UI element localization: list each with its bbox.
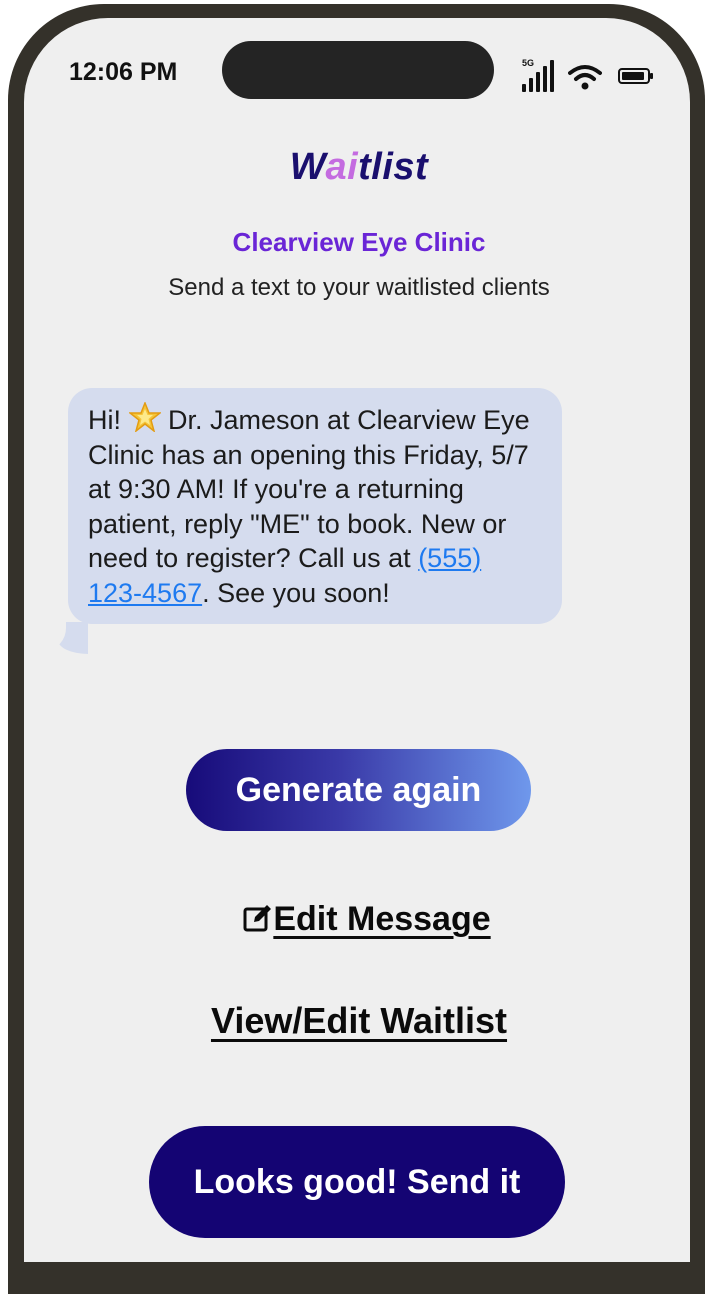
clinic-name: Clearview Eye Clinic [232, 227, 486, 257]
view-edit-waitlist-link[interactable]: View/Edit Waitlist [0, 1000, 718, 1042]
message-text-end: . See you soon! [202, 577, 390, 608]
status-time: 12:06 PM [69, 58, 178, 86]
edit-message-link[interactable]: Edit Message [0, 900, 718, 939]
edit-icon [243, 905, 272, 932]
app-logo-title: Waitlist [289, 146, 429, 188]
phone-screen [24, 18, 690, 1262]
generate-again-label: Generate again [235, 770, 482, 809]
send-message-button[interactable]: Looks good! Send it [149, 1126, 565, 1238]
page-subtitle: Send a text to your waitlisted clients [168, 274, 550, 301]
send-message-label: Looks good! Send it [193, 1162, 521, 1201]
dynamic-island [222, 41, 494, 99]
message-bubble: Hi! Dr. Jameson at Clearview Eye Clinic … [68, 388, 562, 624]
message-text-start: Hi! [88, 405, 129, 435]
battery-icon [618, 68, 653, 84]
wifi-icon [568, 65, 602, 90]
edit-message-label: Edit Message [273, 900, 491, 938]
star-icon [128, 402, 161, 432]
network-label: 5G [522, 58, 535, 68]
generate-again-button[interactable]: Generate again [186, 749, 531, 831]
cellular-signal-icon: 5G [520, 58, 556, 92]
